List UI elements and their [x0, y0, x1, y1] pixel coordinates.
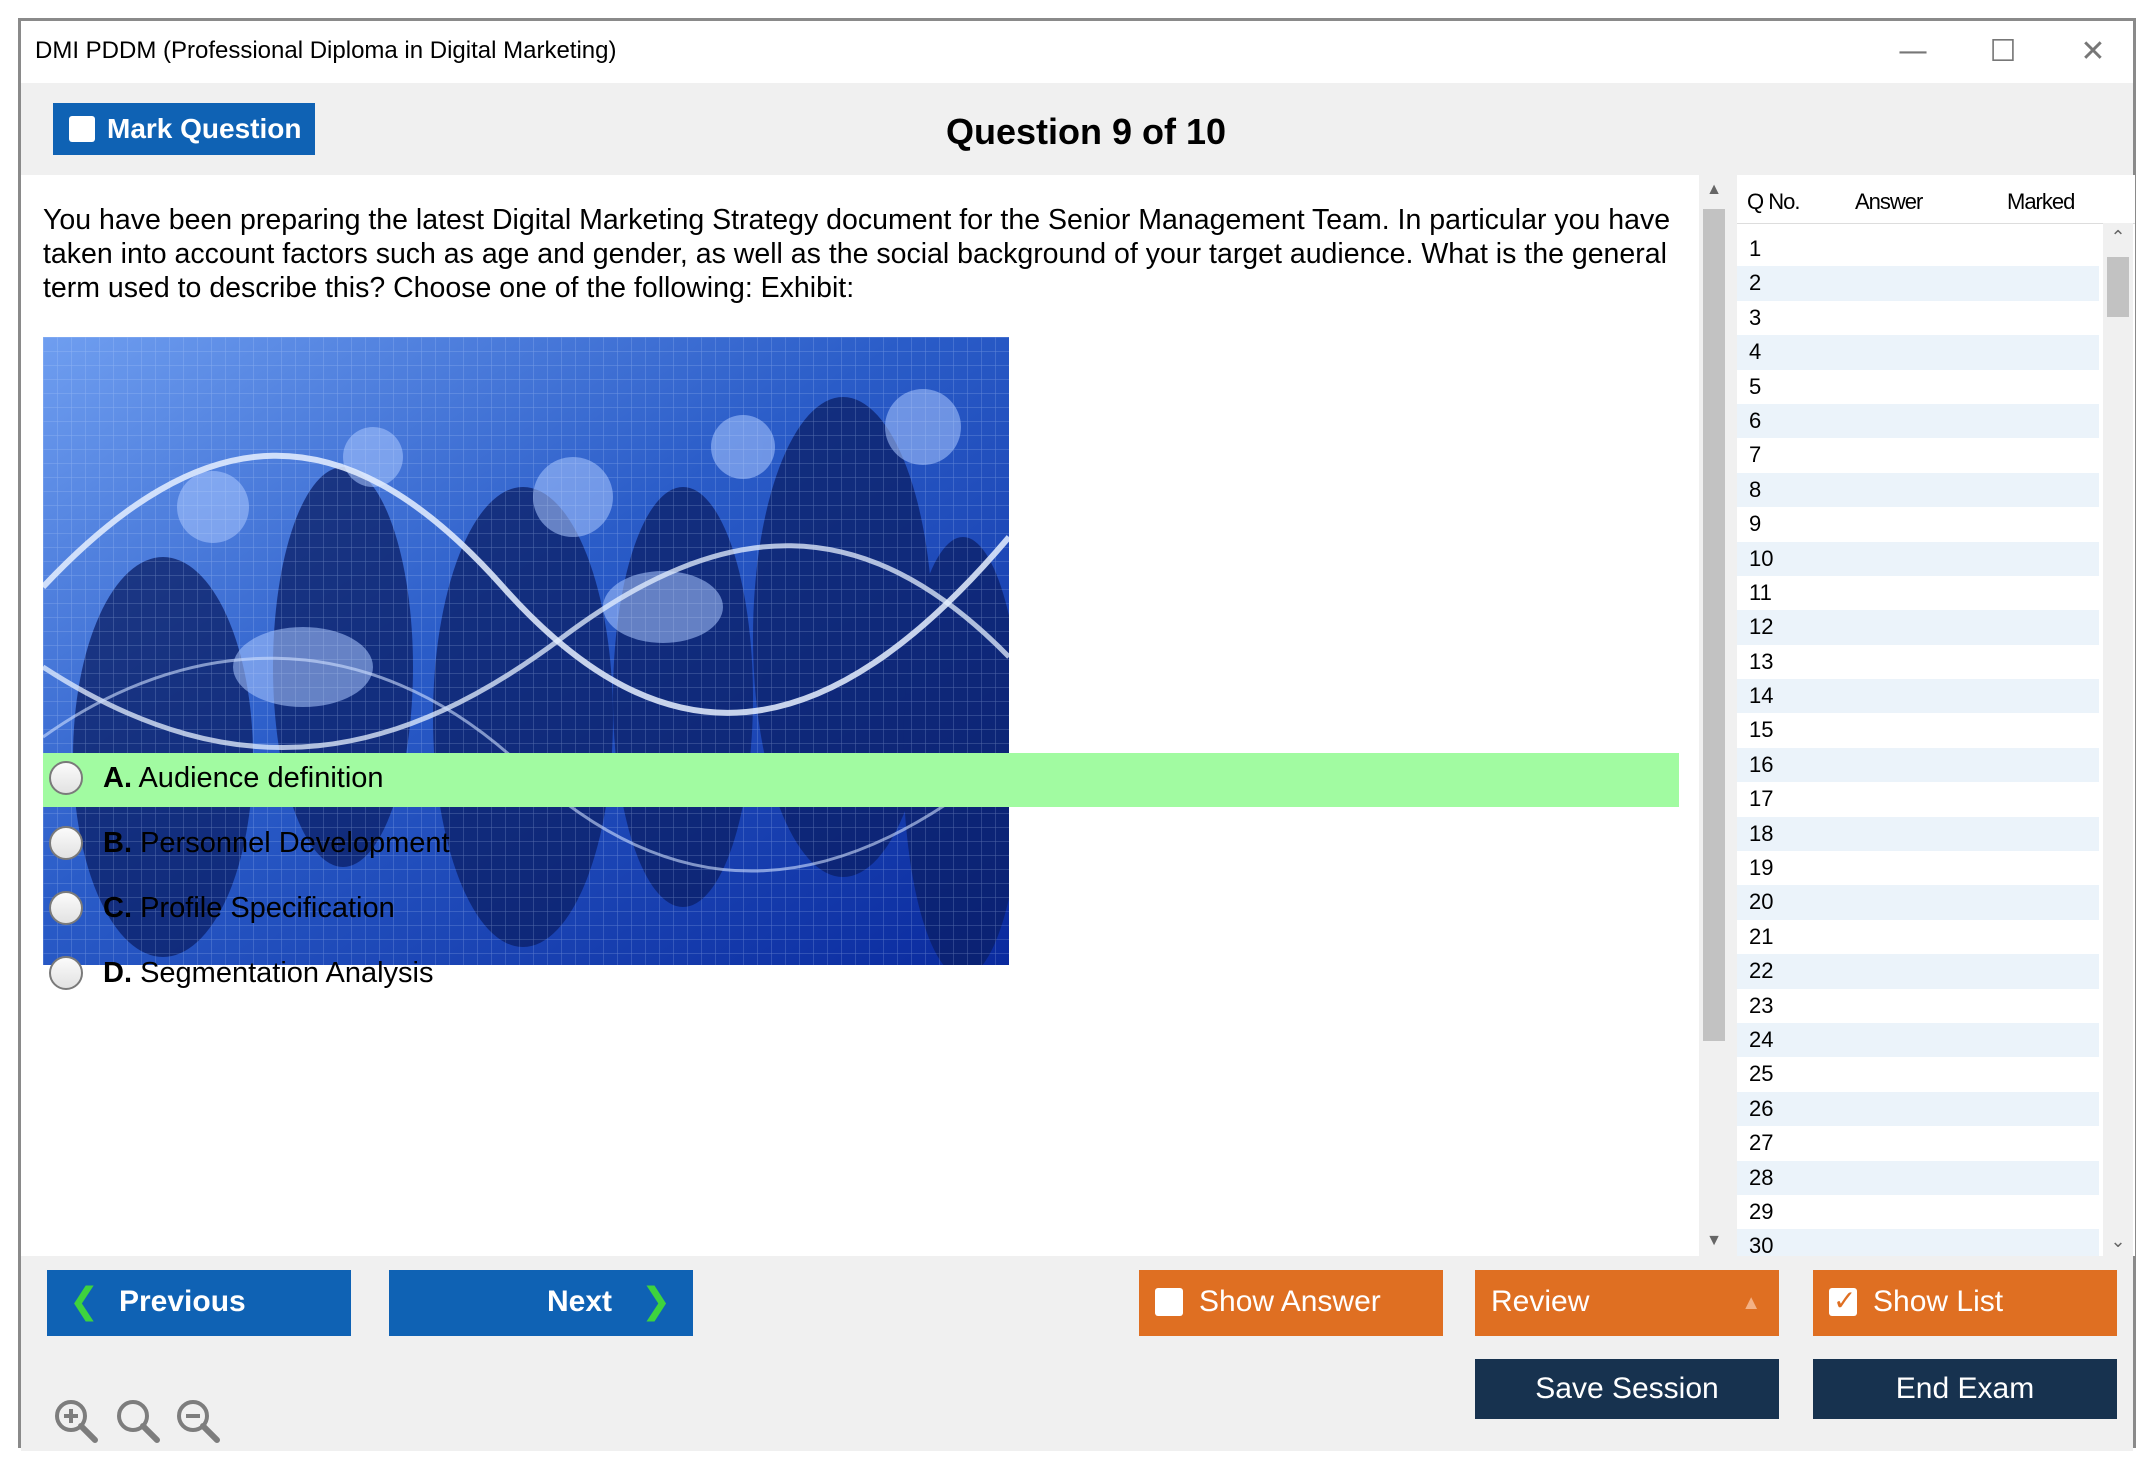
save-session-label: Save Session: [1535, 1372, 1719, 1405]
question-list-row[interactable]: 23: [1737, 989, 2099, 1023]
next-button[interactable]: Next ❯: [389, 1270, 693, 1336]
show-answer-label: Show Answer: [1199, 1285, 1381, 1318]
window-title: DMI PDDM (Professional Diploma in Digita…: [35, 37, 617, 64]
question-list-row[interactable]: 28: [1737, 1160, 2099, 1195]
question-list-rows: 1 2 3 4 5 6 7 8 9 10 11 12 13 14 15 16 17 18 19 20 21 22 23 24 2…: [1737, 232, 2099, 1264]
option-b-letter: B.: [103, 827, 132, 859]
list-scroll-up-icon[interactable]: ⌃: [2103, 227, 2133, 248]
option-d-radio[interactable]: [49, 956, 83, 990]
save-session-button[interactable]: Save Session: [1475, 1359, 1779, 1419]
show-answer-checkbox-icon[interactable]: [1155, 1288, 1183, 1316]
question-text: You have been preparing the latest Digit…: [43, 204, 1671, 304]
question-list-row[interactable]: 22: [1737, 954, 2099, 989]
mark-question-label: Mark Question: [107, 113, 302, 144]
question-list-row[interactable]: 3: [1737, 301, 2099, 335]
chevron-right-icon: ❯: [641, 1280, 672, 1321]
check-icon: ✓: [1833, 1285, 1857, 1316]
question-list-row[interactable]: 26: [1737, 1091, 2099, 1127]
question-list-row[interactable]: 6: [1737, 403, 2099, 439]
list-scroll-down-icon[interactable]: ⌄: [2103, 1231, 2133, 1252]
zoom-out-icon[interactable]: [173, 1396, 221, 1444]
next-label: Next: [547, 1285, 613, 1318]
option-a[interactable]: A. Audience definition: [43, 753, 1679, 807]
question-list-row[interactable]: 19: [1737, 851, 2099, 885]
question-list-row[interactable]: 15: [1737, 713, 2099, 747]
question-list-row[interactable]: 9: [1737, 507, 2099, 541]
list-scroll-thumb[interactable]: [2107, 257, 2129, 317]
app-window: DMI PDDM (Professional Diploma in Digita…: [18, 18, 2136, 1451]
question-list-row[interactable]: 27: [1737, 1126, 2099, 1160]
maximize-icon[interactable]: ☐: [1973, 29, 2033, 75]
question-scrollbar[interactable]: ▲ ▼: [1699, 175, 1729, 1256]
option-d-letter: D.: [103, 957, 132, 989]
question-list-row[interactable]: 13: [1737, 645, 2099, 679]
end-exam-button[interactable]: End Exam: [1813, 1359, 2117, 1419]
question-list-row[interactable]: 18: [1737, 816, 2099, 852]
option-c-radio[interactable]: [49, 891, 83, 925]
question-list-row[interactable]: 29: [1737, 1195, 2099, 1229]
end-exam-label: End Exam: [1895, 1372, 2035, 1405]
question-list: Q No. Answer Marked 1 2 3 4 5 6 7 8 9 10 11 12 13 14 1…: [1737, 175, 2135, 1264]
question-list-scrollbar[interactable]: ⌃ ⌄: [2103, 223, 2133, 1256]
option-a-letter: A.: [103, 762, 132, 794]
col-marked-header: Marked: [2007, 189, 2075, 214]
previous-label: Previous: [119, 1285, 246, 1318]
show-answer-button[interactable]: Show Answer: [1139, 1270, 1443, 1336]
chevron-left-icon: ❮: [69, 1280, 100, 1321]
review-label: Review: [1491, 1285, 1590, 1318]
review-button[interactable]: Review ▲: [1475, 1270, 1779, 1336]
previous-button[interactable]: ❮ Previous: [47, 1270, 351, 1336]
question-list-row[interactable]: 8: [1737, 472, 2099, 508]
title-bar: DMI PDDM (Professional Diploma in Digita…: [21, 21, 2133, 83]
question-panel: You have been preparing the latest Digit…: [21, 175, 1699, 1256]
mark-checkbox-icon[interactable]: [69, 116, 95, 142]
minimize-icon[interactable]: —: [1883, 29, 1943, 75]
option-c-letter: C.: [103, 892, 132, 924]
option-b-radio[interactable]: [49, 826, 83, 860]
option-c[interactable]: C. Profile Specification: [43, 883, 1679, 937]
footer-bar: ❮ Previous Next ❯ Show Answer Review ▲ ✓…: [21, 1256, 2133, 1451]
zoom-reset-icon[interactable]: [113, 1396, 161, 1444]
option-a-radio[interactable]: [49, 761, 83, 795]
question-header: Mark Question Question 9 of 10: [21, 83, 2133, 175]
option-a-text: Audience definition: [138, 762, 384, 794]
question-list-row[interactable]: 17: [1737, 782, 2099, 816]
col-answer-header: Answer: [1855, 189, 1923, 214]
question-list-row[interactable]: 7: [1737, 438, 2099, 472]
scroll-thumb[interactable]: [1703, 209, 1725, 1041]
question-list-row[interactable]: 14: [1737, 679, 2099, 714]
scroll-down-icon[interactable]: ▼: [1699, 1232, 1729, 1250]
zoom-in-icon[interactable]: [51, 1396, 99, 1444]
question-list-row[interactable]: 16: [1737, 747, 2099, 783]
show-list-button[interactable]: ✓ Show List: [1813, 1270, 2117, 1336]
question-list-row[interactable]: 2: [1737, 266, 2099, 301]
question-list-row[interactable]: 5: [1737, 370, 2099, 404]
show-list-checkbox-icon[interactable]: ✓: [1829, 1285, 1857, 1316]
question-list-row[interactable]: 12: [1737, 610, 2099, 645]
question-list-row[interactable]: 21: [1737, 920, 2099, 954]
show-list-label: Show List: [1873, 1285, 2004, 1318]
caret-up-icon: ▲: [1741, 1292, 1761, 1314]
question-list-row[interactable]: 24: [1737, 1022, 2099, 1058]
question-list-row[interactable]: 20: [1737, 885, 2099, 920]
option-c-text: Profile Specification: [140, 892, 395, 924]
question-list-row[interactable]: 25: [1737, 1057, 2099, 1091]
question-list-header: Q No. Answer Marked: [1737, 175, 2135, 224]
col-qno-header: Q No.: [1747, 189, 1800, 214]
option-b[interactable]: B. Personnel Development: [43, 818, 1679, 872]
question-list-row[interactable]: 1: [1737, 232, 2099, 266]
option-d[interactable]: D. Segmentation Analysis: [43, 948, 1679, 1002]
question-list-row[interactable]: 4: [1737, 335, 2099, 370]
question-list-row[interactable]: 10: [1737, 541, 2099, 576]
option-d-text: Segmentation Analysis: [140, 957, 434, 989]
question-list-row[interactable]: 11: [1737, 576, 2099, 610]
scroll-up-icon[interactable]: ▲: [1699, 181, 1729, 199]
question-title: Question 9 of 10: [945, 111, 1227, 152]
close-icon[interactable]: ✕: [2063, 29, 2123, 75]
mark-question-button[interactable]: Mark Question: [53, 103, 315, 155]
option-b-text: Personnel Development: [140, 827, 450, 859]
